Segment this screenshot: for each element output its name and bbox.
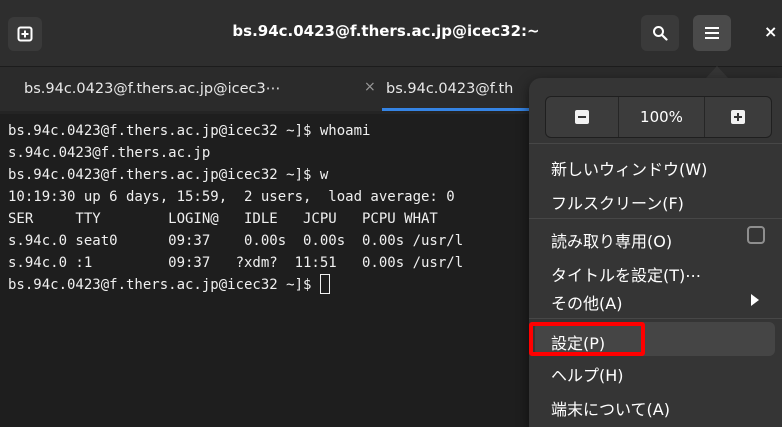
tab-1-label: bs.94c.0423@f.thers.ac.jp@icec3⋯ [24, 81, 281, 97]
active-tab-indicator [382, 108, 537, 111]
search-icon [653, 26, 668, 41]
tab-close-button[interactable]: × [364, 79, 376, 95]
chevron-right-icon [751, 294, 759, 306]
tab-1[interactable]: bs.94c.0423@f.thers.ac.jp@icec3⋯ × [24, 67, 376, 111]
window-title: bs.94c.0423@f.thers.ac.jp@icec32:~ [232, 22, 540, 40]
zoom-in-icon [731, 110, 745, 124]
menu-separator [529, 318, 782, 319]
zoom-out-button[interactable] [546, 97, 619, 137]
menu-item-new-window[interactable]: 新しいウィンドウ(W) [551, 156, 707, 180]
zoom-out-icon [575, 110, 589, 124]
header-bar: bs.94c.0423@f.thers.ac.jp@icec32:~ × [0, 0, 782, 67]
zoom-level-button[interactable]: 100% [619, 97, 705, 137]
main-menu-button[interactable] [693, 15, 731, 51]
search-button[interactable] [641, 15, 679, 51]
menu-item-fullscreen[interactable]: フルスクリーン(F) [551, 190, 684, 214]
menu-item-other[interactable]: その他(A) [551, 290, 622, 314]
close-window-button[interactable]: × [764, 22, 777, 41]
tab-2[interactable]: bs.94c.0423@f.th [386, 67, 546, 111]
tab-2-label: bs.94c.0423@f.th [386, 81, 514, 97]
zoom-controls: 100% [545, 96, 772, 138]
hamburger-menu-icon [705, 27, 719, 39]
new-tab-icon [17, 26, 33, 42]
main-menu-popover: 100% 新しいウィンドウ(W) フルスクリーン(F) 読み取り専用(O) タイ… [529, 78, 782, 427]
readonly-checkbox[interactable] [747, 226, 765, 244]
menu-item-readonly[interactable]: 読み取り専用(O) [551, 228, 672, 252]
menu-item-set-title[interactable]: タイトルを設定(T)⋯ [551, 262, 701, 286]
terminal-window: bs.94c.0423@f.thers.ac.jp@icec32:~ × bs.… [0, 0, 782, 427]
zoom-in-button[interactable] [705, 97, 771, 137]
menu-separator [529, 143, 782, 144]
new-tab-button[interactable] [8, 17, 42, 51]
menu-item-about[interactable]: 端末について(A) [551, 396, 670, 420]
annotation-highlight-box [529, 322, 645, 356]
menu-separator [529, 218, 782, 219]
menu-item-help[interactable]: ヘルプ(H) [551, 362, 624, 386]
terminal-cursor [319, 274, 330, 294]
terminal-prompt: bs.94c.0423@f.thers.ac.jp@icec32 ~]$ [8, 277, 320, 293]
